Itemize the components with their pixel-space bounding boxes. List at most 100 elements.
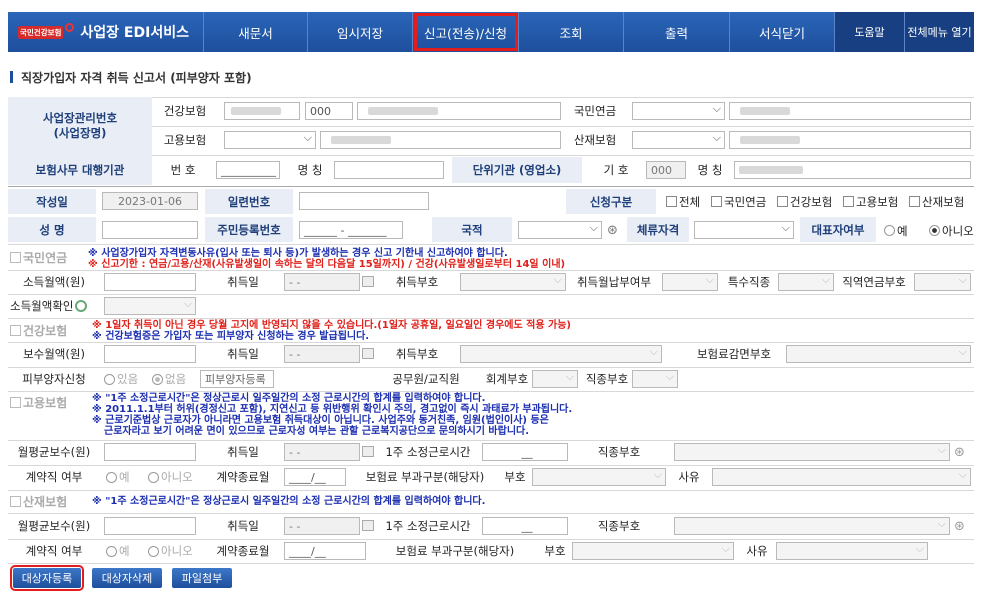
pension-acq-date-input[interactable]: - - [284, 273, 360, 291]
injury-levy-code-label: 부호 [544, 544, 566, 558]
injury-job-code-select[interactable] [674, 517, 950, 535]
nav-temp-save[interactable]: 임시저장 [308, 12, 413, 52]
pension-section-checkbox[interactable]: 국민연금 [10, 248, 67, 266]
write-date-input[interactable]: 2023-01-06 [102, 192, 198, 210]
injury-biz-name-input[interactable] [729, 131, 971, 149]
office-name-input[interactable] [734, 161, 971, 179]
health-biz-no-input[interactable] [224, 102, 300, 120]
injury-acq-date-input[interactable]: - - [284, 517, 360, 535]
injury-hours-input[interactable]: __ [482, 517, 568, 535]
injury-hours-label: 1주 소정근로시간 [385, 519, 471, 533]
nav-submit[interactable]: 신고(전송)/신청 [413, 12, 519, 52]
health-pay-label: 보수월액(원) [23, 347, 85, 361]
health-biz-name-input[interactable] [357, 102, 561, 120]
representative-yes-radio[interactable]: 예 [884, 222, 908, 239]
health-acq-date-input[interactable]: - - [284, 345, 360, 363]
injury-job-code-label: 직종부호 [597, 519, 641, 533]
employ-biz-select[interactable] [224, 131, 316, 149]
injury-levy-code-select[interactable] [572, 542, 734, 560]
apply-health-checkbox[interactable]: 건강보험 [777, 193, 832, 210]
apply-employ-checkbox[interactable]: 고용보험 [843, 193, 898, 210]
employ-levy-code-select[interactable] [532, 468, 666, 486]
injury-biz-select[interactable] [632, 131, 725, 149]
employ-reason-select[interactable] [712, 468, 971, 486]
civil-servant-label: 공무원/교직원 [392, 372, 460, 386]
pension-biz-name-input[interactable] [729, 102, 971, 120]
apply-injury-checkbox[interactable]: 산재보험 [909, 193, 964, 210]
injury-contract-yes-radio[interactable]: 예 [106, 542, 130, 560]
agent-name-input[interactable] [334, 161, 444, 179]
injury-contract-no-radio[interactable]: 아니오 [148, 542, 193, 560]
attach-file-button[interactable]: 파일첨부 [172, 568, 232, 588]
dependent-register-button[interactable]: 피부양자등록 [200, 370, 274, 388]
nav-close-form[interactable]: 서식닫기 [730, 12, 835, 52]
injury-notice-1: ※ "1주 소정근로시간"은 정상근로시 일주일간의 소정 근로시간의 합계를 … [92, 496, 486, 507]
name-input[interactable] [102, 221, 198, 239]
employ-avg-pay-input[interactable] [104, 443, 196, 461]
pension-acq-code-select[interactable] [460, 273, 566, 291]
register-target-button[interactable]: 대상자등록 [10, 565, 84, 591]
health-calendar-icon[interactable] [362, 348, 374, 359]
injury-avg-pay-input[interactable] [104, 517, 196, 535]
employ-notice-3: ※ 근로기준법상 근로자가 아니라면 고용보험 취득대상이 아닙니다. 사업주와… [92, 415, 549, 426]
representative-no-radio[interactable]: 아니오 [929, 222, 974, 239]
premium-reduce-select[interactable] [786, 345, 971, 363]
nav-print[interactable]: 출력 [624, 12, 730, 52]
apply-all-checkbox[interactable]: 전체 [666, 193, 700, 210]
pension-label: 국민연금 [573, 104, 617, 118]
health-insurance-label: 건강보험 [163, 104, 207, 118]
pension-biz-select[interactable] [632, 102, 725, 120]
employ-section-checkbox[interactable]: 고용보험 [10, 393, 67, 411]
employ-calendar-icon[interactable] [362, 446, 374, 457]
employ-contract-yes-radio[interactable]: 예 [106, 468, 130, 486]
pension-income-input[interactable] [104, 273, 196, 291]
nav-all-menu[interactable]: 전체메뉴 열기 [905, 12, 974, 52]
account-code-label: 회계부호 [485, 372, 529, 386]
injury-calendar-icon[interactable] [362, 520, 374, 531]
employ-hours-input[interactable]: __ [482, 443, 568, 461]
dependent-yes-radio[interactable]: 있음 [104, 370, 138, 388]
nationality-label: 국적 [461, 222, 483, 237]
nav-help[interactable]: 도움말 [835, 12, 905, 52]
injury-job-search-icon[interactable]: ⊛ [954, 517, 965, 535]
pension-calendar-icon[interactable] [362, 276, 374, 287]
income-confirm-select[interactable] [104, 297, 196, 315]
serial-no-input[interactable] [299, 192, 429, 210]
employ-contract-no-radio[interactable]: 아니오 [148, 468, 193, 486]
nationality-select[interactable] [518, 221, 602, 239]
employ-job-code-select[interactable] [674, 443, 950, 461]
rrn-input[interactable]: ______ - _______ [299, 221, 403, 239]
write-date-label: 작성일 [36, 194, 68, 209]
dependent-no-radio[interactable]: 없음 [152, 370, 186, 388]
delete-target-button[interactable]: 대상자삭제 [92, 568, 162, 588]
nationality-search-icon[interactable]: ⊛ [607, 221, 618, 239]
special-job-select[interactable] [778, 273, 834, 291]
brand-logo: 국민건강보험 사업장 EDI서비스 [8, 12, 204, 52]
stay-status-select[interactable] [694, 221, 794, 239]
injury-end-month-input[interactable]: ____/__ [284, 542, 366, 560]
health-section-checkbox[interactable]: 건강보험 [10, 321, 67, 339]
nav-new-doc[interactable]: 새문서 [204, 12, 308, 52]
job-pension-select[interactable] [914, 273, 971, 291]
unit-office-label: 단위기관 (영업소) [472, 163, 562, 177]
pension-monthly-select[interactable] [662, 273, 718, 291]
health-pay-input[interactable] [104, 345, 196, 363]
injury-reason-select[interactable] [776, 542, 928, 560]
injury-insurance-label: 산재보험 [573, 133, 617, 147]
employ-job-code-label: 직종부호 [597, 445, 641, 459]
employ-biz-name-input[interactable] [320, 131, 561, 149]
health-acq-code-select[interactable] [460, 345, 662, 363]
employ-acq-date-input[interactable]: - - [284, 443, 360, 461]
employ-end-month-input[interactable]: ____/__ [284, 468, 346, 486]
income-confirm-search-icon[interactable] [75, 300, 88, 312]
apply-pension-checkbox[interactable]: 국민연금 [711, 193, 766, 210]
health-biz-code-input[interactable]: 000 [305, 102, 353, 120]
account-code-select[interactable] [532, 370, 578, 388]
employ-job-search-icon[interactable]: ⊛ [954, 443, 965, 461]
sign-input[interactable]: 000 [646, 161, 686, 179]
agent-num-input[interactable]: __________ [216, 161, 280, 179]
health-acq-date-label: 취득일 [227, 347, 259, 361]
health-job-code-select[interactable] [632, 370, 678, 388]
nav-inquiry[interactable]: 조회 [519, 12, 624, 52]
injury-section-checkbox[interactable]: 산재보험 [10, 492, 67, 510]
